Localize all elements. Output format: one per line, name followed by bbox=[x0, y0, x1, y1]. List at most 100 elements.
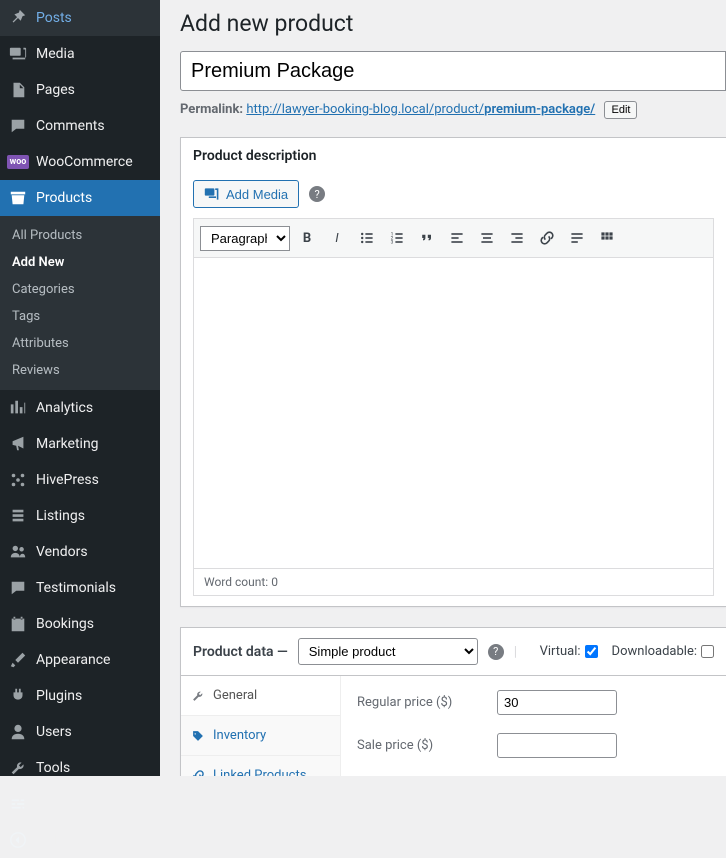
virtual-label: Virtual: bbox=[540, 644, 581, 659]
numbered-list-button[interactable]: 123 bbox=[384, 225, 410, 251]
menu-users[interactable]: Users bbox=[0, 714, 160, 750]
product-data-tabs: General Inventory Linked Products bbox=[181, 676, 341, 776]
editor-footer: Word count: 0 bbox=[194, 568, 713, 595]
bold-button[interactable]: B bbox=[294, 225, 320, 251]
italic-button[interactable]: I bbox=[324, 225, 350, 251]
help-icon[interactable]: ? bbox=[309, 186, 325, 202]
menu-label: Tools bbox=[36, 760, 70, 776]
more-button[interactable] bbox=[564, 225, 590, 251]
virtual-checkbox[interactable] bbox=[585, 645, 598, 658]
menu-settings[interactable]: Settings bbox=[0, 786, 160, 822]
admin-sidebar: Posts Media Pages Comments woo WooCommerc… bbox=[0, 0, 160, 776]
submenu-add-new[interactable]: Add New bbox=[0, 249, 160, 276]
toolbar-toggle-button[interactable] bbox=[594, 225, 620, 251]
media-add-icon bbox=[204, 186, 220, 202]
collapse-icon bbox=[8, 830, 28, 850]
woocommerce-icon: woo bbox=[8, 152, 28, 172]
tab-linked-products[interactable]: Linked Products bbox=[181, 756, 340, 776]
products-submenu: All Products Add New Categories Tags Att… bbox=[0, 216, 160, 390]
menu-label: Testimonials bbox=[36, 580, 116, 596]
menu-testimonials[interactable]: Testimonials bbox=[0, 570, 160, 606]
menu-pages[interactable]: Pages bbox=[0, 72, 160, 108]
permalink-label: Permalink: bbox=[180, 102, 243, 117]
edit-slug-button[interactable]: Edit bbox=[604, 101, 637, 119]
menu-hivepress[interactable]: HivePress bbox=[0, 462, 160, 498]
align-left-button[interactable] bbox=[444, 225, 470, 251]
submenu-all-products[interactable]: All Products bbox=[0, 222, 160, 249]
menu-label: WooCommerce bbox=[36, 154, 133, 170]
menu-listings[interactable]: Listings bbox=[0, 498, 160, 534]
menu-label: Bookings bbox=[36, 616, 94, 632]
menu-label: HivePress bbox=[36, 472, 99, 488]
menu-plugins[interactable]: Plugins bbox=[0, 678, 160, 714]
tab-general[interactable]: General bbox=[181, 676, 340, 716]
submenu-reviews[interactable]: Reviews bbox=[0, 357, 160, 384]
menu-label: Media bbox=[36, 46, 75, 62]
menu-tools[interactable]: Tools bbox=[0, 750, 160, 786]
menu-label: Plugins bbox=[36, 688, 82, 704]
product-data-box: Product data — Simple product ? | Virtua… bbox=[180, 627, 726, 776]
menu-label: Marketing bbox=[36, 436, 99, 452]
main-content: Add new product Permalink: http://lawyer… bbox=[160, 0, 726, 776]
wrench-icon bbox=[191, 689, 205, 703]
menu-label: Vendors bbox=[36, 544, 88, 560]
link-button[interactable] bbox=[534, 225, 560, 251]
downloadable-label: Downloadable: bbox=[612, 644, 697, 659]
comments-icon bbox=[8, 116, 28, 136]
wrench-icon bbox=[8, 758, 28, 778]
menu-comments[interactable]: Comments bbox=[0, 108, 160, 144]
product-description-box: Product description Add Media ? Paragrap… bbox=[180, 137, 726, 607]
add-media-button[interactable]: Add Media bbox=[193, 180, 299, 208]
menu-label: Pages bbox=[36, 82, 75, 98]
align-center-button[interactable] bbox=[474, 225, 500, 251]
pages-icon bbox=[8, 80, 28, 100]
menu-products[interactable]: Products bbox=[0, 180, 160, 216]
tab-label: Linked Products bbox=[213, 768, 306, 776]
regular-price-input[interactable] bbox=[497, 690, 617, 715]
product-title-input[interactable] bbox=[180, 51, 726, 91]
sale-price-input[interactable] bbox=[497, 733, 617, 758]
menu-analytics[interactable]: Analytics bbox=[0, 390, 160, 426]
downloadable-checkbox[interactable] bbox=[701, 645, 714, 658]
submenu-tags[interactable]: Tags bbox=[0, 303, 160, 330]
menu-media[interactable]: Media bbox=[0, 36, 160, 72]
downloadable-checkbox-label[interactable]: Downloadable: bbox=[612, 644, 714, 659]
tab-label: Inventory bbox=[213, 728, 266, 743]
menu-label: Settings bbox=[36, 796, 87, 812]
product-data-header: Product data — Simple product ? | Virtua… bbox=[181, 628, 726, 676]
editor-textarea[interactable] bbox=[194, 258, 713, 568]
permalink-base: http://lawyer-booking-blog.local/product… bbox=[246, 102, 484, 117]
menu-appearance[interactable]: Appearance bbox=[0, 642, 160, 678]
help-icon[interactable]: ? bbox=[488, 644, 504, 660]
calendar-icon bbox=[8, 614, 28, 634]
menu-bookings[interactable]: Bookings bbox=[0, 606, 160, 642]
product-type-select[interactable]: Simple product bbox=[298, 638, 478, 665]
menu-posts[interactable]: Posts bbox=[0, 0, 160, 36]
svg-text:3: 3 bbox=[391, 240, 394, 246]
sale-price-label: Sale price ($) bbox=[357, 738, 487, 753]
menu-label: Listings bbox=[36, 508, 85, 524]
menu-marketing[interactable]: Marketing bbox=[0, 426, 160, 462]
sale-price-row: Sale price ($) bbox=[357, 733, 710, 758]
virtual-checkbox-label[interactable]: Virtual: bbox=[540, 644, 598, 659]
format-select[interactable]: Paragraph bbox=[200, 226, 290, 251]
testimonials-icon bbox=[8, 578, 28, 598]
menu-woocommerce[interactable]: woo WooCommerce bbox=[0, 144, 160, 180]
submenu-categories[interactable]: Categories bbox=[0, 276, 160, 303]
products-icon bbox=[8, 188, 28, 208]
tab-inventory[interactable]: Inventory bbox=[181, 716, 340, 756]
menu-vendors[interactable]: Vendors bbox=[0, 534, 160, 570]
analytics-icon bbox=[8, 398, 28, 418]
regular-price-row: Regular price ($) bbox=[357, 690, 710, 715]
collapse-menu[interactable]: Collapse menu bbox=[0, 822, 160, 858]
permalink-link[interactable]: http://lawyer-booking-blog.local/product… bbox=[246, 102, 595, 117]
pushpin-icon bbox=[8, 8, 28, 28]
menu-label: Collapse menu bbox=[36, 832, 129, 848]
megaphone-icon bbox=[8, 434, 28, 454]
submenu-attributes[interactable]: Attributes bbox=[0, 330, 160, 357]
align-right-button[interactable] bbox=[504, 225, 530, 251]
quote-button[interactable] bbox=[414, 225, 440, 251]
bullet-list-button[interactable] bbox=[354, 225, 380, 251]
link-icon bbox=[191, 769, 205, 777]
sliders-icon bbox=[8, 794, 28, 814]
